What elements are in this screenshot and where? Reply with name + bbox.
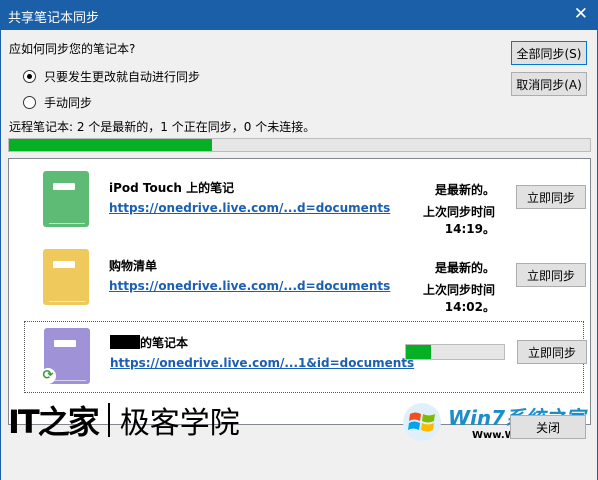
window-title: 共享笔记本同步 (8, 11, 100, 26)
radio-manual-sync-indicator[interactable] (23, 96, 36, 109)
close-icon[interactable]: ✕ (574, 4, 588, 24)
notebook-name: 的笔记本 (110, 334, 188, 351)
radio-auto-sync-indicator[interactable] (23, 70, 36, 83)
radio-auto-sync[interactable]: 只要发生更改就自动进行同步 (23, 68, 200, 85)
notebook-name: 购物清单 (109, 259, 158, 273)
overall-progress-fill (9, 139, 213, 151)
sync-question: 应如何同步您的笔记本? (9, 42, 136, 56)
sync-now-button[interactable]: 立即同步 (517, 340, 587, 364)
radio-auto-sync-label: 只要发生更改就自动进行同步 (44, 70, 201, 84)
syncing-icon: ⟳ (40, 368, 56, 384)
watermark-ithome: IT之家 极客学院 (8, 400, 240, 441)
notebook-link[interactable]: https://onedrive.live.com/...d=documents (109, 279, 390, 293)
radio-manual-sync[interactable]: 手动同步 (23, 94, 92, 111)
title-bar: 共享笔记本同步 ✕ (0, 0, 598, 30)
notebook-last-sync: 上次同步时间 14:02。 (422, 283, 495, 314)
sync-now-button[interactable]: 立即同步 (516, 263, 586, 287)
notebook-link[interactable]: https://onedrive.live.com/...1&id=docume… (110, 356, 414, 370)
notebook-item-selected[interactable]: ⟳ 的笔记本 https://onedrive.live.com/...1&id… (24, 321, 587, 393)
notebook-last-sync: 上次同步时间 14:19。 (422, 205, 495, 236)
notebook-item[interactable]: 购物清单 https://onedrive.live.com/...d=docu… (9, 243, 590, 315)
notebook-name: iPod Touch 上的笔记 (109, 181, 235, 195)
close-button[interactable]: 关闭 (510, 415, 586, 439)
redacted-name (110, 335, 140, 349)
notebook-progress-fill (406, 345, 431, 359)
watermark-text: 极客学院 (119, 406, 240, 441)
radio-manual-sync-label: 手动同步 (44, 96, 93, 110)
windows-flag-icon (403, 403, 441, 441)
sync-status-text: 远程笔记本: 2 个是最新的，1 个正在同步，0 个未连接。 (9, 120, 316, 134)
notebook-list[interactable]: iPod Touch 上的笔记 https://onedrive.live.co… (8, 158, 591, 425)
notebook-state: 是最新的。 (434, 183, 495, 197)
cancel-sync-button[interactable]: 取消同步(A) (511, 72, 587, 96)
ithome-logo: IT之家 (8, 403, 100, 441)
notebook-item[interactable]: iPod Touch 上的笔记 https://onedrive.live.co… (9, 165, 590, 237)
notebook-state: 是最新的。 (434, 261, 495, 275)
sync-all-button[interactable]: 全部同步(S) (511, 41, 587, 65)
overall-progress-bar (8, 138, 591, 152)
notebook-progress-bar (405, 344, 505, 360)
yellow-notebook-icon (43, 249, 89, 305)
sync-now-button[interactable]: 立即同步 (516, 185, 586, 209)
watermark-divider (107, 403, 110, 437)
green-notebook-icon (43, 171, 89, 227)
notebook-link[interactable]: https://onedrive.live.com/...d=documents (109, 201, 390, 215)
